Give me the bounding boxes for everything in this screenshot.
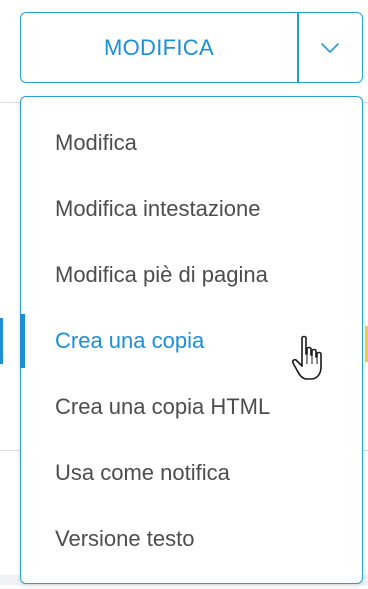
menu-item-label: Crea una copia: [55, 328, 205, 353]
edit-button[interactable]: MODIFICA: [21, 13, 297, 82]
menu-item-label: Modifica: [55, 130, 137, 155]
menu-item-modifica-intestazione[interactable]: Modifica intestazione: [21, 176, 362, 242]
menu-item-modifica-pie-di-pagina[interactable]: Modifica piè di pagina: [21, 242, 362, 308]
dropdown-toggle-button[interactable]: [299, 13, 363, 82]
menu-item-versione-testo[interactable]: Versione testo: [21, 506, 362, 572]
screen: MODIFICA Modifica Modifica intestazione …: [0, 0, 368, 589]
menu-item-usa-come-notifica[interactable]: Usa come notifica: [21, 440, 362, 506]
chevron-down-icon: [321, 42, 340, 53]
background-selection-bar: [0, 318, 3, 364]
menu-item-label: Crea una copia HTML: [55, 394, 271, 419]
hand-pointer-icon: [291, 335, 322, 380]
menu-item-label: Modifica intestazione: [55, 196, 261, 221]
menu-item-modifica[interactable]: Modifica: [21, 110, 362, 176]
edit-split-button[interactable]: MODIFICA: [20, 12, 363, 83]
menu-item-label: Usa come notifica: [55, 460, 230, 485]
menu-item-label: Versione testo: [55, 526, 195, 551]
menu-item-label: Modifica piè di pagina: [55, 262, 268, 287]
